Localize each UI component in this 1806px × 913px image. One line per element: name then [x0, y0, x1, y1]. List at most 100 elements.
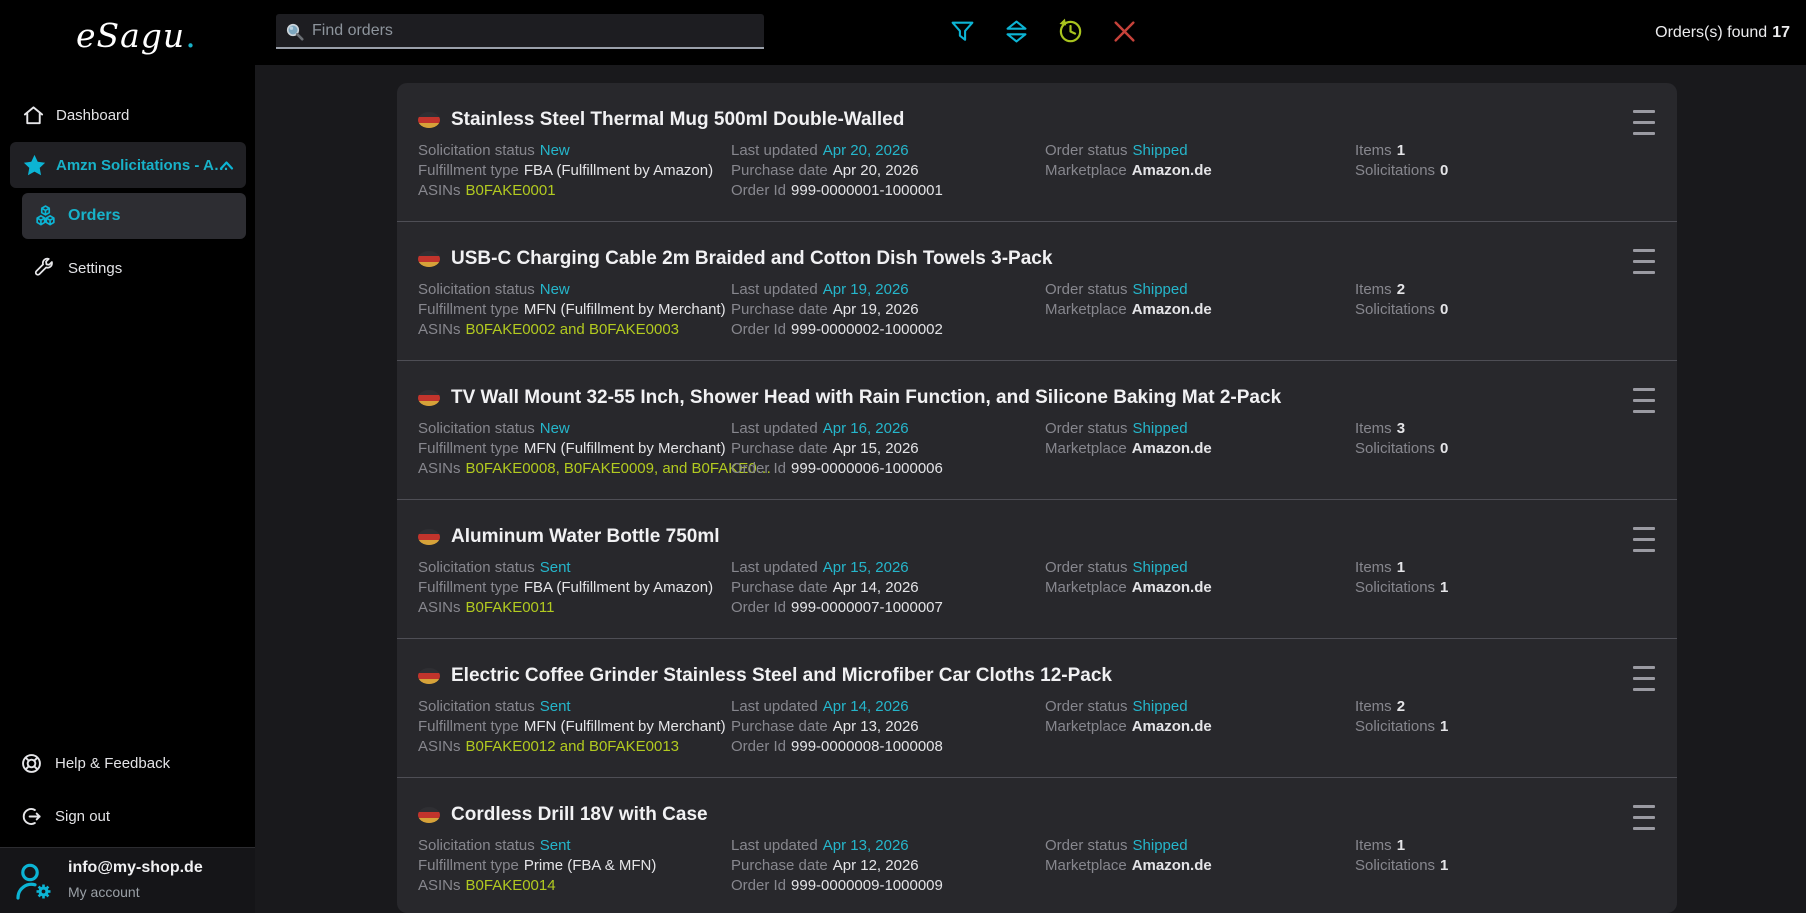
fulfillment-type-value: Prime (FBA & MFN): [524, 857, 657, 874]
solicitation-status-value: Sent: [540, 559, 571, 576]
order-row: Stainless Steel Thermal Mug 500ml Double…: [397, 83, 1677, 222]
last-updated-value: Apr 13, 2026: [823, 837, 909, 854]
field-label: Order status: [1045, 559, 1128, 576]
history-button[interactable]: [1056, 17, 1084, 45]
solicitations-value: 1: [1440, 579, 1448, 596]
row-menu-icon[interactable]: [1633, 666, 1655, 691]
field-label: Marketplace: [1045, 857, 1127, 874]
order-row: Cordless Drill 18V with Case Solicitatio…: [397, 778, 1677, 913]
order-id-value: 999-0000002-1000002: [791, 321, 943, 338]
field-label: Solicitations: [1355, 162, 1435, 179]
items-value: 1: [1397, 559, 1405, 576]
last-updated-value: Apr 16, 2026: [823, 420, 909, 437]
order-status-value: Shipped: [1133, 559, 1188, 576]
solicitations-value: 0: [1440, 301, 1448, 318]
marketplace-value: Amazon.de: [1132, 857, 1212, 874]
row-menu-icon[interactable]: [1633, 110, 1655, 135]
my-account[interactable]: info@my-shop.de My account: [0, 848, 255, 913]
row-menu-icon[interactable]: [1633, 805, 1655, 830]
field-label: Marketplace: [1045, 440, 1127, 457]
field-label: Solicitation status: [418, 420, 535, 437]
field-label: Fulfillment type: [418, 301, 519, 318]
row-menu-icon[interactable]: [1633, 249, 1655, 274]
field-label: Order status: [1045, 281, 1128, 298]
sidebar-item-orders[interactable]: Orders: [22, 193, 246, 239]
solicitations-value: 0: [1440, 440, 1448, 457]
order-title: Cordless Drill 18V with Case: [451, 804, 708, 826]
field-label: Purchase date: [731, 718, 828, 735]
field-label: Marketplace: [1045, 301, 1127, 318]
last-updated-value: Apr 14, 2026: [823, 698, 909, 715]
field-label: Purchase date: [731, 440, 828, 457]
fulfillment-type-value: FBA (Fulfillment by Amazon): [524, 162, 713, 179]
field-label: ASINs: [418, 738, 461, 755]
field-label: Solicitations: [1355, 301, 1435, 318]
clear-icon: [1111, 18, 1138, 45]
life-ring-icon: [20, 752, 43, 775]
germany-flag-icon: [418, 251, 440, 267]
sidebar-item-label: Amzn Solicitations - A…: [56, 157, 229, 174]
order-title: Stainless Steel Thermal Mug 500ml Double…: [451, 109, 904, 131]
sidebar-item-amzn-solicitations[interactable]: Amzn Solicitations - A…: [10, 142, 246, 188]
filter-button[interactable]: [948, 17, 976, 45]
purchase-date-value: Apr 12, 2026: [833, 857, 919, 874]
sidebar-item-label: Orders: [68, 207, 120, 225]
field-label: Fulfillment type: [418, 857, 519, 874]
field-label: Purchase date: [731, 857, 828, 874]
field-label: Last updated: [731, 559, 818, 576]
field-label: Solicitation status: [418, 142, 535, 159]
purchase-date-value: Apr 14, 2026: [833, 579, 919, 596]
search-input[interactable]: [276, 14, 764, 47]
field-label: ASINs: [418, 460, 461, 477]
solicitation-status-value: New: [540, 142, 570, 159]
purchase-date-value: Apr 20, 2026: [833, 162, 919, 179]
marketplace-value: Amazon.de: [1132, 579, 1212, 596]
germany-flag-icon: [418, 807, 440, 823]
sidebar: eSagu. Dashboard Amzn Solicitations - A…: [0, 0, 255, 913]
field-label: Solicitations: [1355, 718, 1435, 735]
sidebar-item-label: Settings: [68, 260, 122, 277]
asins-value: B0FAKE0002 and B0FAKE0003: [466, 321, 680, 338]
app-logo: eSagu.: [76, 16, 197, 55]
sidebar-item-label: Help & Feedback: [55, 755, 170, 772]
field-label: Solicitation status: [418, 281, 535, 298]
field-label: Solicitation status: [418, 698, 535, 715]
order-row: TV Wall Mount 32-55 Inch, Shower Head wi…: [397, 361, 1677, 500]
sort-icon: [1003, 18, 1030, 45]
field-label: Fulfillment type: [418, 440, 519, 457]
order-title: Aluminum Water Bottle 750ml: [451, 526, 720, 548]
sort-button[interactable]: [1002, 17, 1030, 45]
field-label: Solicitations: [1355, 857, 1435, 874]
order-row: Electric Coffee Grinder Stainless Steel …: [397, 639, 1677, 778]
row-menu-icon[interactable]: [1633, 527, 1655, 552]
fulfillment-type-value: MFN (Fulfillment by Merchant): [524, 440, 726, 457]
sidebar-item-label: Sign out: [55, 808, 110, 825]
chevron-up-icon: [219, 160, 234, 171]
germany-flag-icon: [418, 112, 440, 128]
order-id-value: 999-0000009-1000009: [791, 877, 943, 894]
clear-button[interactable]: [1110, 17, 1138, 45]
account-gear-icon: [13, 859, 57, 908]
solicitations-value: 1: [1440, 718, 1448, 735]
account-email: info@my-shop.de: [68, 859, 203, 877]
field-label: Items: [1355, 142, 1392, 159]
germany-flag-icon: [418, 529, 440, 545]
field-label: Items: [1355, 420, 1392, 437]
row-menu-icon[interactable]: [1633, 388, 1655, 413]
sidebar-item-sign-out[interactable]: Sign out: [0, 798, 255, 834]
sidebar-item-settings[interactable]: Settings: [0, 250, 255, 286]
star-icon: [22, 153, 47, 178]
items-value: 1: [1397, 837, 1405, 854]
sidebar-item-dashboard[interactable]: Dashboard: [0, 97, 255, 133]
solicitation-status-value: Sent: [540, 837, 571, 854]
order-title: TV Wall Mount 32-55 Inch, Shower Head wi…: [451, 387, 1281, 409]
field-label: Purchase date: [731, 579, 828, 596]
germany-flag-icon: [418, 668, 440, 684]
filter-icon: [949, 18, 976, 45]
fulfillment-type-value: FBA (Fulfillment by Amazon): [524, 579, 713, 596]
field-label: Items: [1355, 837, 1392, 854]
sidebar-item-help-feedback[interactable]: Help & Feedback: [0, 745, 255, 781]
purchase-date-value: Apr 19, 2026: [833, 301, 919, 318]
order-title: USB-C Charging Cable 2m Braided and Cott…: [451, 248, 1052, 270]
field-label: Last updated: [731, 837, 818, 854]
